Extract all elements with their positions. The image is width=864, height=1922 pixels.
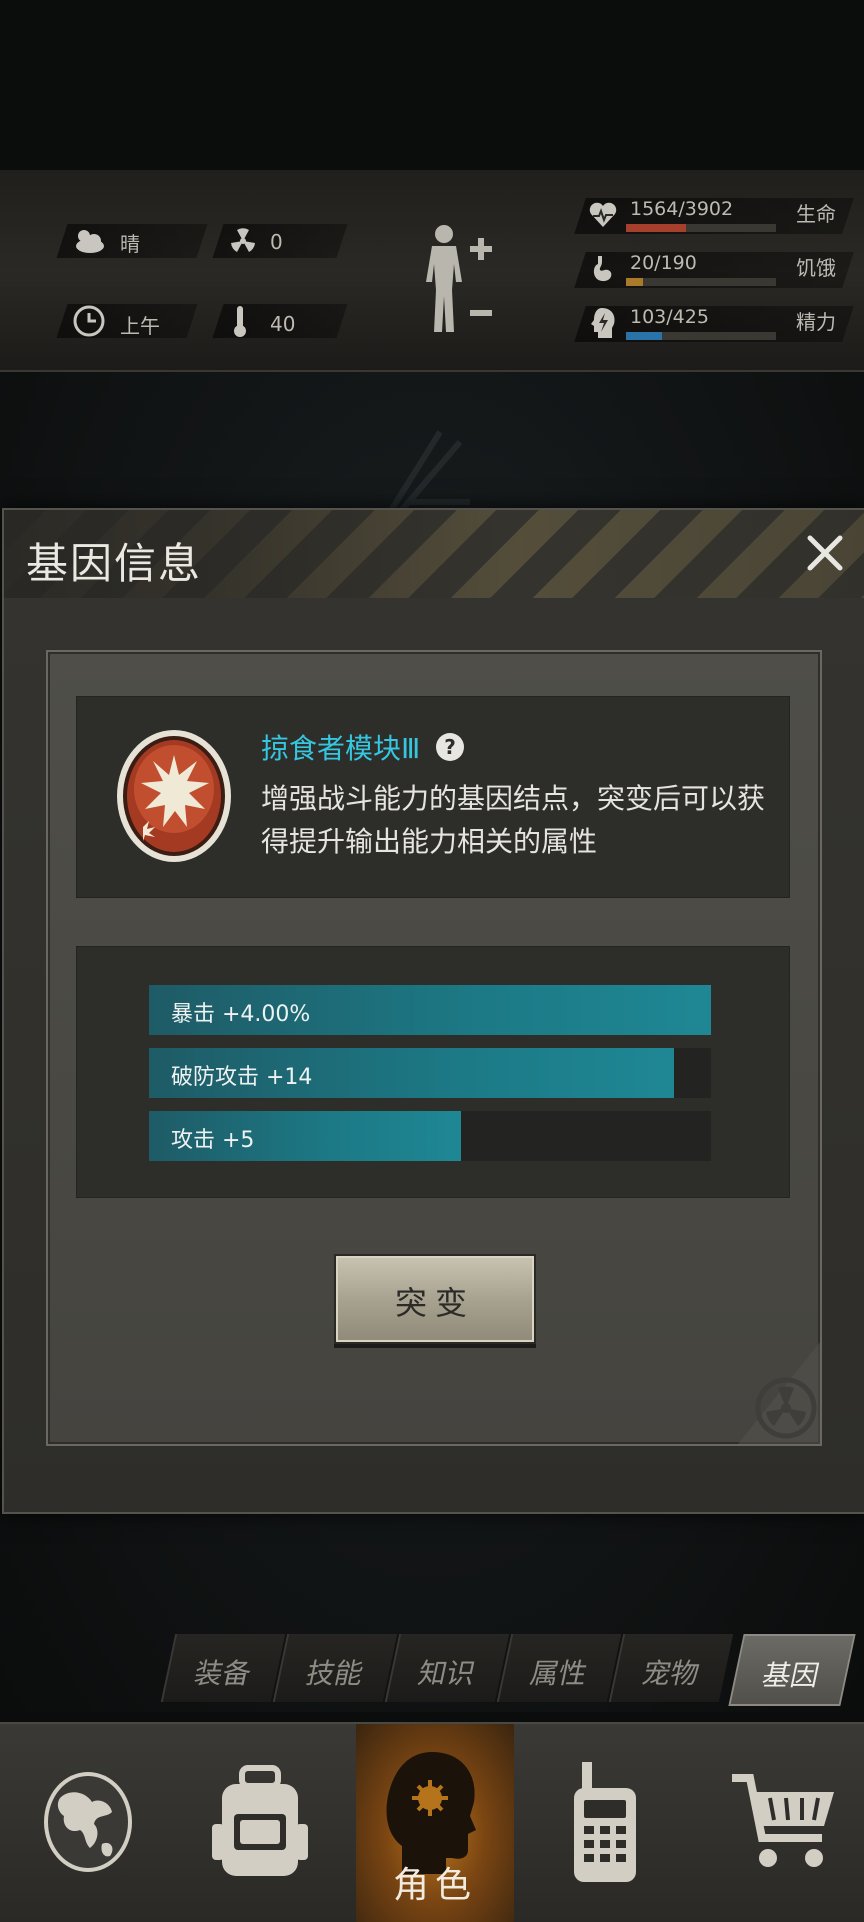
tab-label: 基因 xyxy=(759,1659,823,1692)
hunger-bar-fill xyxy=(626,278,643,286)
life-bar-fill xyxy=(626,224,686,232)
tab-skills[interactable]: 技能 xyxy=(272,1634,398,1702)
nav-backpack[interactable] xyxy=(196,1724,326,1922)
tab-label: 技能 xyxy=(303,1657,367,1690)
tab-attributes[interactable]: 属性 xyxy=(496,1634,622,1702)
nav-radio[interactable] xyxy=(550,1724,660,1922)
status-bar: 晴 0 上午 40 1564/3902 生命 20/190 饥饿 103/425… xyxy=(0,170,864,372)
energy-bar xyxy=(626,332,776,340)
character-tabs: 装备 技能 知识 属性 宠物 基因 xyxy=(150,1634,856,1706)
radiation-icon xyxy=(231,228,255,252)
body-status-icon[interactable] xyxy=(418,220,498,340)
shopping-cart-icon xyxy=(732,1774,834,1867)
tab-label: 属性 xyxy=(527,1657,591,1690)
energy-label: 精力 xyxy=(796,310,836,334)
temperature-value: 40 xyxy=(270,312,296,336)
gene-info-dialog: 基因信息 掠食者模块Ⅲ ? 增强战斗能力的基因结点，突变后可以获得提升输出能力相… xyxy=(2,508,864,1514)
weather-text: 晴 xyxy=(120,232,140,256)
walkie-talkie-icon xyxy=(574,1762,636,1882)
predator-gene-icon xyxy=(117,730,231,862)
tab-knowledge[interactable]: 知识 xyxy=(384,1634,510,1702)
radiation-watermark-icon xyxy=(738,1342,820,1444)
bottom-nav: 角色 xyxy=(0,1722,864,1922)
help-icon[interactable]: ? xyxy=(435,732,465,762)
stat-label-armor-break: 破防攻击 +14 xyxy=(171,1065,313,1090)
gene-description: 增强战斗能力的基因结点，突变后可以获得提升输出能力相关的属性 xyxy=(261,782,766,858)
hunger-value: 20/190 xyxy=(630,252,697,274)
close-icon[interactable] xyxy=(800,528,850,578)
energy-value: 103/425 xyxy=(630,306,709,328)
stomach-icon xyxy=(593,256,612,282)
tab-label: 宠物 xyxy=(639,1657,703,1690)
nav-shop[interactable] xyxy=(720,1724,850,1922)
stat-label-crit: 暴击 +4.00% xyxy=(171,1002,311,1027)
stat-row-armor-break: 破防攻击 +14 xyxy=(149,1048,711,1098)
scene-structure-decor xyxy=(387,430,470,514)
head-lightning-icon xyxy=(591,308,615,338)
tab-pets[interactable]: 宠物 xyxy=(608,1634,734,1702)
heart-icon xyxy=(589,202,617,227)
thermometer-icon xyxy=(234,306,246,337)
nav-character-label: 角色 xyxy=(392,1865,477,1906)
dialog-title: 基因信息 xyxy=(26,539,203,588)
stat-row-attack: 攻击 +5 xyxy=(149,1111,711,1161)
time-of-day-text: 上午 xyxy=(120,314,160,338)
stat-row-crit: 暴击 +4.00% xyxy=(149,985,711,1035)
tab-label: 知识 xyxy=(415,1657,479,1690)
mutate-button-label: 突变 xyxy=(394,1284,475,1322)
energy-bar-fill xyxy=(626,332,662,340)
svg-text:?: ? xyxy=(445,735,457,759)
tab-label: 装备 xyxy=(191,1657,255,1690)
backpack-icon xyxy=(212,1765,308,1876)
tab-genes[interactable]: 基因 xyxy=(728,1634,856,1706)
hunger-bar xyxy=(626,278,776,286)
gene-name: 掠食者模块Ⅲ xyxy=(261,732,421,765)
gene-info-box: 掠食者模块Ⅲ ? 增强战斗能力的基因结点，突变后可以获得提升输出能力相关的属性 xyxy=(76,696,790,898)
tab-equipment[interactable]: 装备 xyxy=(160,1634,286,1702)
gene-stats-box: 暴击 +4.00% 破防攻击 +14 攻击 +5 xyxy=(76,946,790,1198)
gene-detail-panel: 掠食者模块Ⅲ ? 增强战斗能力的基因结点，突变后可以获得提升输出能力相关的属性 … xyxy=(46,650,822,1446)
life-bar xyxy=(626,224,776,232)
nav-character[interactable]: 角色 xyxy=(356,1724,514,1922)
mutate-button[interactable]: 突变 xyxy=(334,1254,536,1344)
stat-label-attack: 攻击 +5 xyxy=(171,1128,255,1153)
hunger-label: 饥饿 xyxy=(796,256,836,280)
globe-icon xyxy=(44,1772,132,1872)
clock-icon xyxy=(73,305,105,337)
gene-name-row: 掠食者模块Ⅲ ? xyxy=(261,727,465,767)
nav-world[interactable] xyxy=(30,1724,150,1922)
weather-cloud-icon xyxy=(76,230,104,253)
life-label: 生命 xyxy=(796,202,836,226)
radiation-value: 0 xyxy=(270,230,283,254)
life-value: 1564/3902 xyxy=(630,198,734,220)
